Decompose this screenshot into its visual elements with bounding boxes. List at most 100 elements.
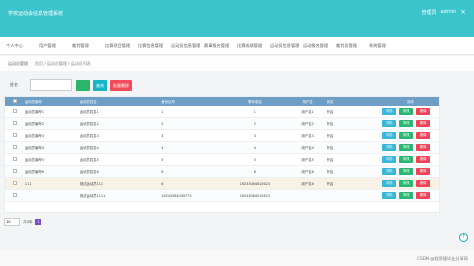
breadcrumb-section: 运动员管理 bbox=[8, 61, 28, 66]
table-row: 111 测试运动员111 6 16243084810623 用户名6 开启 详情 修改 删除 bbox=[5, 178, 439, 190]
edit-button[interactable]: 修改 bbox=[399, 156, 414, 163]
nav-item-referee-management[interactable]: 裁判管理 bbox=[72, 43, 105, 49]
view-button[interactable]: 详情 bbox=[382, 180, 397, 187]
row-checkbox[interactable] bbox=[5, 133, 25, 138]
row-checkbox[interactable] bbox=[5, 121, 25, 126]
delete-button[interactable]: 删除 bbox=[416, 144, 431, 151]
search-label: 姓名 bbox=[10, 82, 18, 87]
cell-phone: 1 bbox=[253, 109, 256, 114]
cell-idcard: 3 bbox=[161, 133, 164, 138]
row-checkbox[interactable] bbox=[5, 193, 25, 198]
cell-username: 用户名2 bbox=[301, 122, 314, 126]
nav-item-events[interactable]: 比赛项目管理 bbox=[105, 43, 138, 49]
user-name[interactable]: admin bbox=[440, 9, 456, 16]
col-header-id: 运动员编号 bbox=[24, 100, 42, 104]
edit-button[interactable]: 修改 bbox=[399, 168, 414, 175]
cell-status: 开启 bbox=[326, 110, 334, 114]
scroll-top-icon[interactable]: ↑ bbox=[459, 233, 468, 242]
cell-phone: 16243084010623 bbox=[239, 193, 270, 198]
cell-phone: 4 bbox=[253, 145, 256, 150]
nav-item-competition-info[interactable]: 比赛信息管理 bbox=[138, 43, 171, 49]
delete-button[interactable]: 删除 bbox=[416, 108, 431, 115]
cell-status: 开启 bbox=[326, 158, 334, 162]
cell-status: 开启 bbox=[326, 122, 334, 126]
nav-item-sport-registration[interactable]: 运动报名管理 bbox=[303, 43, 336, 49]
cell-username: 用户名6 bbox=[301, 170, 314, 174]
cell-name: 测试运动员111 bbox=[79, 182, 104, 186]
view-button[interactable]: 详情 bbox=[382, 108, 397, 115]
cell-idcard: 1 bbox=[161, 109, 164, 114]
app-title: 学校运动会信息管理系统 bbox=[8, 11, 64, 17]
cell-phone: 16243084810623 bbox=[239, 181, 270, 186]
cell-idcard: 16243084049773 bbox=[161, 193, 192, 198]
table-row: 运动员编号4 运动员姓名4 4 4 用户名4 开启 详情 修改 删除 bbox=[5, 142, 439, 154]
row-checkbox[interactable] bbox=[5, 109, 25, 114]
cell-username: 用户名1 bbox=[301, 110, 314, 114]
view-button[interactable]: 详情 bbox=[382, 120, 397, 127]
nav-item-personal-center[interactable]: 个人中心 bbox=[6, 43, 39, 49]
delete-button[interactable]: 删除 bbox=[416, 192, 431, 199]
select-all-checkbox[interactable] bbox=[5, 99, 25, 104]
athlete-table: 运动员编号 运动员姓名 身份证号 联系电话 用户名 状态 操作 运动员编号1 运动… bbox=[4, 96, 440, 213]
row-checkbox[interactable] bbox=[5, 145, 25, 150]
view-button[interactable]: 详情 bbox=[382, 168, 397, 175]
nav-item-results[interactable]: 比赛成绩管理 bbox=[237, 43, 270, 49]
admin-role-label: 管理员 bbox=[421, 10, 437, 16]
edit-button[interactable]: 修改 bbox=[399, 180, 414, 187]
cell-idcard: 6 bbox=[161, 169, 164, 174]
nav-item-referees[interactable]: 裁判员管理 bbox=[336, 43, 369, 49]
cell-phone: 2 bbox=[253, 121, 256, 126]
close-icon[interactable]: × bbox=[460, 9, 466, 16]
cell-name: 运动员姓名6 bbox=[79, 170, 99, 174]
cell-idcard: 2 bbox=[161, 121, 164, 126]
view-button[interactable]: 详情 bbox=[382, 156, 397, 163]
nav-item-athlete-management[interactable]: 运动员信息管理 bbox=[270, 43, 303, 49]
cell-phone: 5 bbox=[253, 157, 256, 162]
cell-id: 运动员编号4 bbox=[24, 146, 45, 150]
top-header: 学校运动会信息管理系统 管理员 admin × bbox=[0, 0, 474, 37]
row-checkbox[interactable] bbox=[5, 169, 25, 174]
row-checkbox[interactable] bbox=[5, 157, 25, 162]
batch-delete-button[interactable]: 批量删除 bbox=[110, 80, 132, 91]
edit-button[interactable]: 修改 bbox=[399, 108, 414, 115]
page-size-select[interactable]: 10 bbox=[4, 218, 20, 226]
view-button[interactable]: 详情 bbox=[382, 192, 397, 199]
page-current[interactable]: 1 bbox=[35, 219, 42, 225]
nav-item-athlete-info[interactable]: 运动员信息管理 bbox=[171, 43, 204, 49]
delete-button[interactable]: 删除 bbox=[416, 132, 431, 139]
table-row: 运动员编号1 运动员姓名1 1 1 用户名1 开启 详情 修改 删除 bbox=[5, 106, 439, 118]
col-header-status: 状态 bbox=[326, 100, 334, 104]
edit-button[interactable]: 修改 bbox=[399, 192, 414, 199]
delete-button[interactable]: 删除 bbox=[416, 180, 431, 187]
search-input[interactable] bbox=[30, 79, 72, 91]
watermark: CSDN @程序猿毕业分享网 bbox=[417, 256, 468, 261]
table-header: 运动员编号 运动员姓名 身份证号 联系电话 用户名 状态 操作 bbox=[5, 97, 439, 106]
table-row: 运动员编号6 运动员姓名6 6 6 用户名6 开启 详情 修改 删除 bbox=[5, 166, 439, 178]
view-button[interactable]: 详情 bbox=[382, 144, 397, 151]
cell-id: 运动员编号3 bbox=[24, 134, 45, 138]
delete-button[interactable]: 删除 bbox=[416, 120, 431, 127]
cell-username: 用户名6 bbox=[301, 182, 314, 186]
delete-button[interactable]: 删除 bbox=[416, 156, 431, 163]
row-checkbox[interactable] bbox=[5, 181, 25, 186]
nav-item-registrations[interactable]: 赛事报名管理 bbox=[204, 43, 237, 49]
edit-button[interactable]: 修改 bbox=[399, 144, 414, 151]
cell-id: 运动员编号1 bbox=[24, 110, 45, 114]
col-header-idcard: 身份证号 bbox=[161, 100, 175, 104]
delete-button[interactable]: 删除 bbox=[416, 168, 431, 175]
search-button[interactable]: 查询 bbox=[93, 80, 107, 91]
view-button[interactable]: 详情 bbox=[382, 132, 397, 139]
cell-id: 111 bbox=[24, 181, 32, 186]
header-actions: 管理员 admin × bbox=[421, 9, 466, 17]
cell-status: 开启 bbox=[326, 170, 334, 174]
search-bar: 姓名 查询 批量删除 bbox=[0, 78, 474, 94]
cell-username: 用户名3 bbox=[301, 134, 314, 138]
edit-button[interactable]: 修改 bbox=[399, 120, 414, 127]
search-icon-button[interactable] bbox=[76, 80, 90, 91]
nav-item-user-management[interactable]: 用户管理 bbox=[39, 43, 72, 49]
nav-item-system[interactable]: 系统管理 bbox=[369, 43, 402, 49]
col-header-phone: 联系电话 bbox=[248, 100, 262, 104]
table-row: 运动员编号2 运动员姓名2 2 2 用户名2 开启 详情 修改 删除 bbox=[5, 118, 439, 130]
edit-button[interactable]: 修改 bbox=[399, 132, 414, 139]
breadcrumb-path[interactable]: 首页 / 运动员管理 / 运动员列表 bbox=[35, 61, 91, 67]
